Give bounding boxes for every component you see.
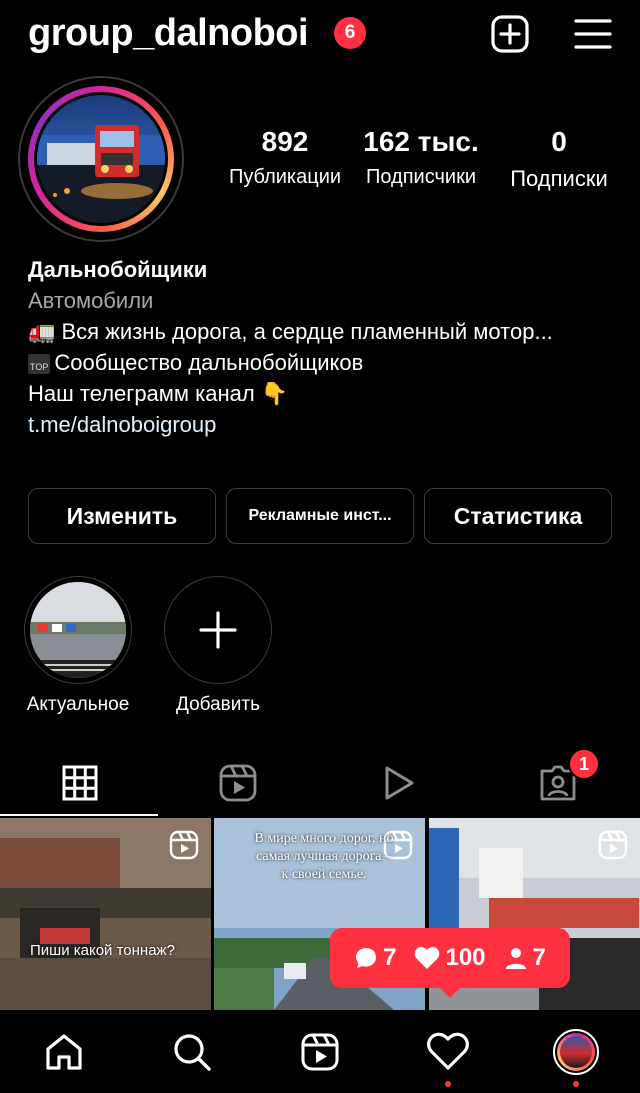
- highlight-label: Актуальное: [26, 694, 130, 715]
- avatar-image: [34, 92, 168, 226]
- profile-avatar[interactable]: [18, 76, 184, 242]
- video-play-icon: [385, 766, 414, 800]
- activity-heart-icon: [427, 1032, 469, 1070]
- story-ring: [28, 86, 174, 232]
- highlight-circle: [24, 576, 132, 684]
- toast-comments: 7: [354, 944, 396, 972]
- profile-category: Автомобили: [28, 288, 154, 313]
- bio-line-2: TOP Сообщество дальнобойщиков: [28, 347, 618, 378]
- bio-link[interactable]: t.me/dalnoboigroup: [28, 409, 618, 440]
- activity-notification-toast[interactable]: 7 100 7: [330, 928, 570, 988]
- highlight-road-photo-icon: [30, 582, 126, 678]
- stat-following[interactable]: 0 Подписки: [498, 126, 620, 192]
- reels-icon: [301, 1033, 339, 1070]
- person-icon: [505, 948, 526, 969]
- stat-following-label: Подписки: [510, 166, 608, 191]
- stat-followers-value: 162 тыс.: [363, 126, 479, 157]
- nav-search[interactable]: [128, 1010, 256, 1093]
- tagged-badge: 1: [568, 748, 600, 780]
- profile-username[interactable]: group_dalnoboi: [28, 12, 309, 55]
- bio-line-2-text: Сообщество дальнобойщиков: [54, 350, 364, 375]
- nav-profile[interactable]: [512, 1010, 640, 1093]
- tab-grid[interactable]: [0, 750, 160, 816]
- toast-followers-count: 7: [532, 944, 546, 971]
- nav-activity[interactable]: [384, 1010, 512, 1093]
- profile-dot: [573, 1081, 579, 1087]
- profile-header: group_dalnoboi 6: [0, 0, 640, 70]
- top-arrow-icon: TOP: [28, 354, 51, 375]
- toast-pointer: [438, 986, 462, 998]
- profile-display-name: Дальнобойщики: [28, 257, 208, 282]
- active-tab-indicator: [0, 814, 158, 816]
- content-tabs: 1: [0, 748, 640, 816]
- stat-followers-label: Подписчики: [365, 166, 477, 188]
- nav-home[interactable]: [0, 1010, 128, 1093]
- reel-indicator-icon: [169, 830, 199, 860]
- search-icon: [174, 1033, 211, 1071]
- toast-likes-count: 100: [445, 944, 486, 971]
- reels-icon: [219, 764, 257, 802]
- toast-comments-count: 7: [383, 944, 397, 971]
- edit-profile-button[interactable]: Изменить: [28, 488, 216, 544]
- reel-indicator-icon: [598, 830, 628, 860]
- post-caption: В мире много дорог, но самая лучшая доро…: [254, 831, 394, 882]
- stat-followers[interactable]: 162 тыс. Подписчики: [358, 126, 484, 189]
- post-thumbnail[interactable]: Пиши какой тоннаж?: [0, 818, 211, 1010]
- toast-followers: 7: [504, 944, 546, 972]
- post-caption: Пиши какой тоннаж?: [30, 942, 175, 959]
- menu-hamburger-icon[interactable]: [573, 14, 613, 54]
- profile-avatar-icon: [553, 1028, 599, 1075]
- tab-videos[interactable]: [318, 750, 478, 816]
- comment-bubble-icon: [356, 948, 377, 968]
- nav-reels[interactable]: [256, 1010, 384, 1093]
- highlight-label: Добавить: [176, 694, 260, 715]
- create-plus-icon[interactable]: [490, 14, 530, 54]
- activity-dot: [445, 1081, 451, 1087]
- notification-badge[interactable]: 6: [334, 17, 366, 49]
- add-plus-icon: [199, 611, 237, 649]
- stat-following-value: 0: [551, 126, 567, 157]
- highlight-add-circle: [164, 576, 272, 684]
- insights-button[interactable]: Статистика: [424, 488, 612, 544]
- profile-bio: Дальнобойщики Автомобили 🚛 Вся жизнь дор…: [28, 254, 618, 440]
- grid-icon: [62, 765, 98, 801]
- truck-photo-icon: [37, 125, 165, 223]
- bottom-navigation: [0, 1010, 640, 1093]
- bio-line-1: 🚛 Вся жизнь дорога, а сердце пламенный м…: [28, 319, 553, 344]
- highlight-actual[interactable]: Актуальное: [23, 576, 133, 716]
- ad-tools-button[interactable]: Рекламные инст...: [226, 488, 414, 544]
- bio-line-3: Наш телеграмм канал 👇: [28, 381, 289, 406]
- highlight-add[interactable]: Добавить: [163, 576, 273, 716]
- tab-reels[interactable]: [158, 750, 318, 816]
- stat-posts[interactable]: 892 Публикации: [222, 126, 348, 189]
- stat-posts-value: 892: [261, 126, 309, 157]
- heart-icon: [415, 946, 440, 969]
- toast-likes: 100: [414, 944, 486, 972]
- stat-posts-label: Публикации: [228, 166, 342, 188]
- home-icon: [46, 1033, 82, 1070]
- tab-tagged[interactable]: 1: [478, 748, 638, 816]
